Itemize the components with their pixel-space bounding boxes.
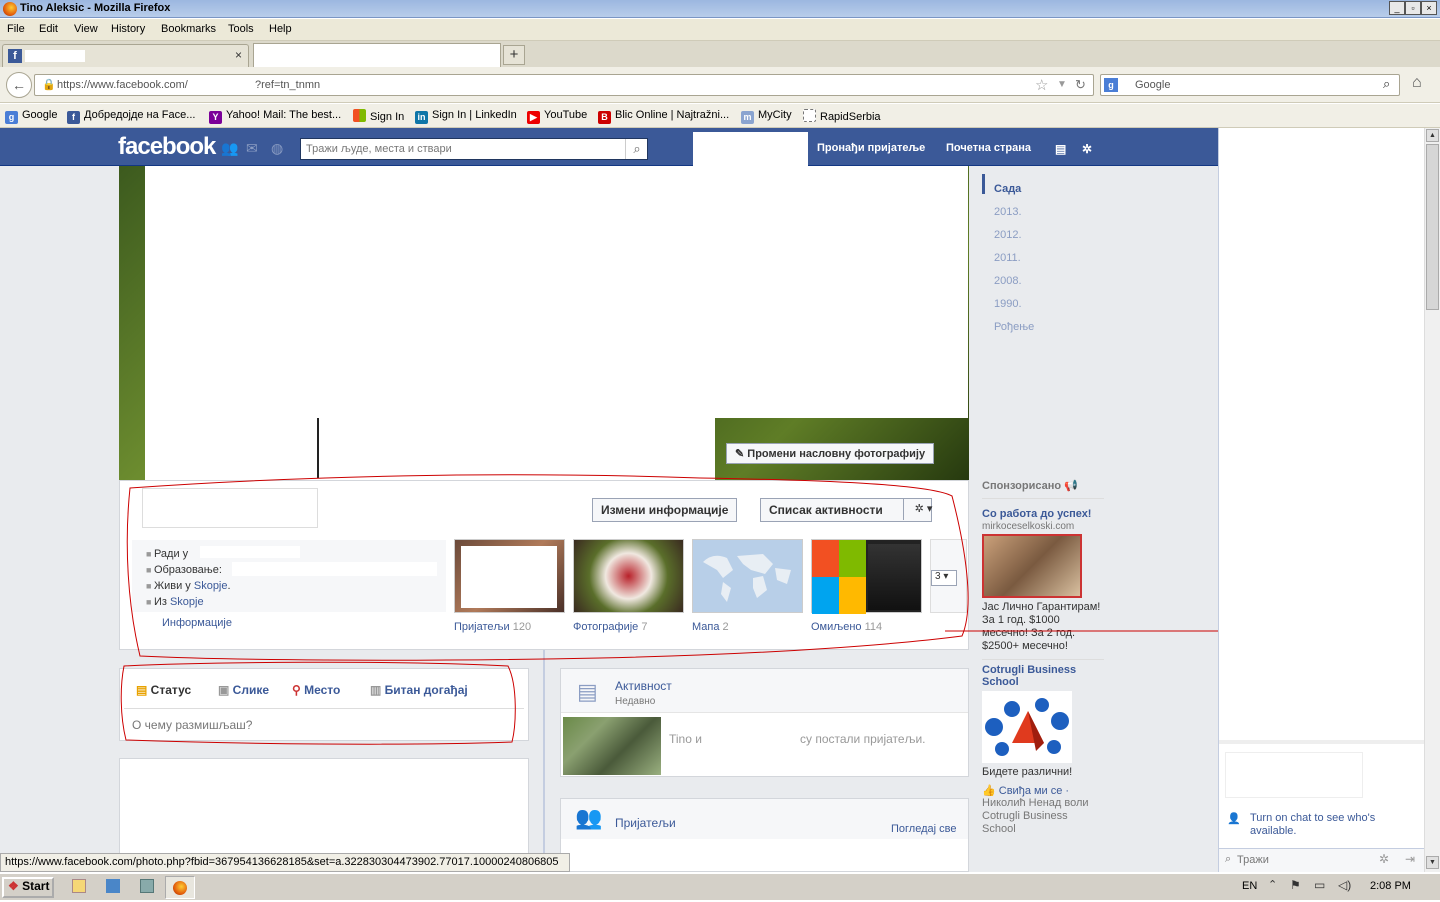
- yahoo-icon: Y: [209, 111, 222, 124]
- facebook-logo[interactable]: facebook: [118, 133, 216, 161]
- chat-search-bar[interactable]: ⌕ Тражи ✲ ⇥: [1219, 848, 1424, 872]
- menu-bookmarks[interactable]: Bookmarks: [161, 23, 216, 35]
- chat-search-placeholder: Тражи: [1237, 854, 1269, 866]
- chat-ticker: [1225, 752, 1363, 798]
- volume-icon[interactable]: ◁): [1338, 878, 1351, 892]
- network-icon[interactable]: [140, 879, 154, 893]
- menu-bar: File Edit View History Bookmarks Tools H…: [0, 19, 1440, 41]
- notifications-globe-icon[interactable]: ◍: [271, 140, 283, 157]
- search-icon[interactable]: ⌕: [1383, 76, 1390, 92]
- fb-search-input[interactable]: Тражи људе, места и ствари ⌕: [300, 138, 648, 160]
- settings-gear-icon[interactable]: ✲: [1082, 142, 1092, 156]
- chat-sidebar: 👤 Turn on chat to see who's available. ⌕…: [1218, 128, 1440, 872]
- turn-on-chat-link[interactable]: Turn on chat to see who's available.: [1250, 812, 1375, 837]
- firefox-icon: [3, 2, 17, 16]
- facebook-icon: f: [67, 111, 80, 124]
- close-tab-icon[interactable]: ×: [235, 48, 242, 62]
- linkedin-icon: in: [415, 111, 428, 124]
- reload-icon[interactable]: ↻: [1075, 77, 1086, 93]
- flag-icon[interactable]: ⚑: [1290, 878, 1301, 892]
- search-bar[interactable]: g Google ⌕: [1100, 74, 1400, 96]
- status-url: https://www.facebook.com/photo.php?fbid=…: [0, 853, 570, 872]
- back-arrow-icon[interactable]: ←: [6, 72, 32, 98]
- facebook-header: facebook 👥 ✉ ◍ Тражи људе, места и ствар…: [0, 128, 1218, 166]
- home-icon[interactable]: ⌂: [1412, 74, 1422, 92]
- firefox-taskbar-button[interactable]: [165, 876, 195, 899]
- mycity-icon: m: [741, 111, 754, 124]
- folder-icon[interactable]: [72, 879, 86, 893]
- start-button[interactable]: ❖ Start: [2, 877, 54, 898]
- facebook-favicon-icon: f: [8, 49, 22, 63]
- chat-people-icon: 👤: [1227, 813, 1241, 825]
- chat-popout-icon[interactable]: ⇥: [1405, 852, 1415, 866]
- navigation-toolbar: ← 🔒 https://www.facebook.com/ ?ref=tn_tn…: [0, 67, 1440, 103]
- bookmark-blic[interactable]: B Blic Online | Najtražni...: [598, 109, 729, 124]
- scroll-up-icon[interactable]: ▲: [1426, 129, 1439, 142]
- windows-taskbar: ❖ Start EN ⌃ ⚑ ▭ ◁) 2:08 PM: [0, 873, 1440, 900]
- clock[interactable]: 2:08 PM: [1370, 880, 1411, 892]
- fb-search-placeholder: Тражи људе, места и ствари: [306, 143, 452, 155]
- profile-name-link[interactable]: [693, 132, 808, 166]
- scroll-down-icon[interactable]: ▼: [1426, 856, 1439, 869]
- windows-logo-icon: ❖: [8, 879, 19, 893]
- url-bar[interactable]: 🔒 https://www.facebook.com/ ?ref=tn_tnmn…: [34, 74, 1094, 96]
- menu-help[interactable]: Help: [269, 23, 292, 35]
- bookmark-signin[interactable]: Sign In: [353, 109, 404, 123]
- lock-icon: 🔒: [42, 79, 56, 91]
- tab-facebook[interactable]: f ×: [2, 44, 249, 67]
- minimize-button[interactable]: _: [1389, 1, 1405, 15]
- fb-search-icon[interactable]: ⌕: [625, 139, 648, 159]
- tray-expand-icon[interactable]: ⌃: [1268, 878, 1277, 891]
- menu-tools[interactable]: Tools: [228, 23, 254, 35]
- google-engine-icon[interactable]: g: [1104, 78, 1118, 92]
- bookmark-star-icon[interactable]: ☆: [1035, 76, 1048, 94]
- power-icon[interactable]: ▭: [1314, 878, 1325, 892]
- turn-on-chat-text: Turn on chat to see who's available.: [1250, 812, 1420, 838]
- youtube-icon: ▶: [527, 111, 540, 124]
- window-title: Tino Aleksic - Mozilla Firefox: [20, 2, 171, 14]
- bookmark-youtube[interactable]: ▶ YouTube: [527, 109, 587, 124]
- maximize-button[interactable]: ▫: [1405, 1, 1421, 15]
- bookmark-linkedin[interactable]: in Sign In | LinkedIn: [415, 109, 517, 124]
- menu-edit[interactable]: Edit: [39, 23, 58, 35]
- page-icon: [803, 109, 816, 122]
- friend-requests-icon[interactable]: 👥: [221, 140, 238, 157]
- bookmark-mycity[interactable]: m MyCity: [741, 109, 792, 124]
- search-placeholder: Google: [1135, 79, 1171, 91]
- dropdown-arrow-icon[interactable]: ▼: [1057, 79, 1067, 90]
- tab-title: [25, 50, 85, 62]
- new-tab-button[interactable]: +: [503, 45, 525, 65]
- url-suffix: ?ref=tn_tnmn: [255, 79, 321, 91]
- menu-view[interactable]: View: [74, 23, 98, 35]
- menu-history[interactable]: History: [111, 23, 145, 35]
- find-friends-link[interactable]: Пронађи пријатеље: [817, 142, 925, 154]
- scrollbar-thumb[interactable]: [1426, 144, 1439, 310]
- privacy-shortcuts-icon[interactable]: ▤: [1055, 142, 1066, 156]
- messages-icon[interactable]: ✉: [246, 140, 258, 157]
- blic-icon: B: [598, 111, 611, 124]
- firefox-taskbar-icon: [173, 881, 187, 895]
- bookmark-facebook[interactable]: f Добредојде на Face...: [67, 109, 195, 124]
- home-link[interactable]: Почетна страна: [946, 142, 1031, 154]
- bookmarks-toolbar: g Google f Добредојде на Face... Y Yahoo! M…: [0, 104, 1440, 128]
- google-icon: g: [5, 111, 18, 124]
- tab-strip: f × +: [0, 41, 1440, 73]
- bookmark-google[interactable]: g Google: [5, 109, 57, 124]
- chat-settings-icon[interactable]: ✲: [1379, 852, 1389, 866]
- url-prefix: https://www.facebook.com/: [57, 79, 188, 91]
- ie-icon[interactable]: [106, 879, 120, 893]
- windows-live-icon: [353, 109, 366, 122]
- chat-search-icon: ⌕: [1225, 853, 1232, 865]
- timeline-content: ✎ Промени насловну фотографију Измени ин…: [0, 166, 1218, 872]
- bookmark-yahoo[interactable]: Y Yahoo! Mail: The best...: [209, 109, 341, 124]
- menu-file[interactable]: File: [7, 23, 25, 35]
- chat-divider: [1219, 740, 1424, 744]
- bookmark-rapidserbia[interactable]: RapidSerbia: [803, 109, 881, 123]
- language-indicator[interactable]: EN: [1242, 880, 1257, 892]
- window-titlebar: Tino Aleksic - Mozilla Firefox _ ▫ ×: [0, 0, 1440, 18]
- page-scrollbar[interactable]: ▲ ▼: [1424, 128, 1440, 872]
- close-window-button[interactable]: ×: [1421, 1, 1437, 15]
- red-annotation-overlay: [120, 474, 1218, 745]
